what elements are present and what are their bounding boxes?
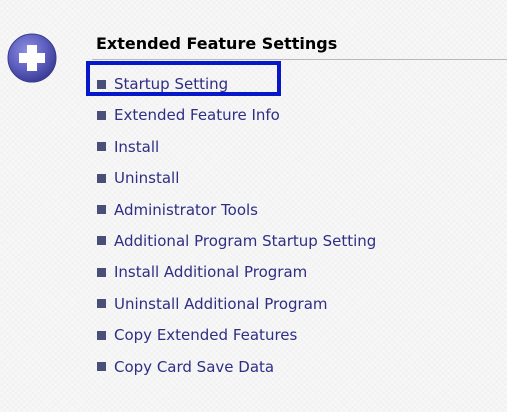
square-bullet-icon bbox=[97, 330, 106, 340]
square-bullet-icon bbox=[97, 110, 106, 120]
menu-item-label[interactable]: Startup Setting bbox=[114, 75, 228, 93]
menu-item-label[interactable]: Install Additional Program bbox=[114, 263, 307, 281]
menu-item-label[interactable]: Copy Extended Features bbox=[114, 326, 297, 344]
menu-item-copy-card-save-data[interactable]: Copy Card Save Data bbox=[97, 357, 376, 377]
menu-item-uninstall-additional-program[interactable]: Uninstall Additional Program bbox=[97, 294, 376, 314]
menu-item-label[interactable]: Copy Card Save Data bbox=[114, 358, 274, 376]
menu-item-label[interactable]: Administrator Tools bbox=[114, 201, 258, 219]
square-bullet-icon bbox=[97, 267, 106, 277]
menu-item-additional-program-startup-setting[interactable]: Additional Program Startup Setting bbox=[97, 231, 376, 251]
menu-item-startup-setting[interactable]: Startup Setting bbox=[97, 74, 376, 94]
menu-item-label[interactable]: Install bbox=[114, 138, 159, 156]
square-bullet-icon bbox=[97, 205, 106, 215]
plus-icon bbox=[6, 32, 58, 84]
menu-item-label[interactable]: Uninstall Additional Program bbox=[114, 295, 328, 313]
title-divider bbox=[92, 59, 507, 60]
menu-item-label[interactable]: Extended Feature Info bbox=[114, 106, 280, 124]
square-bullet-icon bbox=[97, 79, 106, 89]
square-bullet-icon bbox=[97, 299, 106, 309]
menu-item-label[interactable]: Uninstall bbox=[114, 169, 179, 187]
menu-item-copy-extended-features[interactable]: Copy Extended Features bbox=[97, 325, 376, 345]
extended-feature-menu: Startup Setting Extended Feature Info In… bbox=[97, 74, 376, 388]
menu-item-administrator-tools[interactable]: Administrator Tools bbox=[97, 200, 376, 220]
square-bullet-icon bbox=[97, 173, 106, 183]
menu-item-label[interactable]: Additional Program Startup Setting bbox=[114, 232, 376, 250]
square-bullet-icon bbox=[97, 236, 106, 246]
square-bullet-icon bbox=[97, 362, 106, 372]
square-bullet-icon bbox=[97, 142, 106, 152]
menu-item-extended-feature-info[interactable]: Extended Feature Info bbox=[97, 105, 376, 125]
menu-item-install-additional-program[interactable]: Install Additional Program bbox=[97, 262, 376, 282]
menu-item-install[interactable]: Install bbox=[97, 137, 376, 157]
panel-title: Extended Feature Settings bbox=[96, 34, 338, 53]
menu-item-uninstall[interactable]: Uninstall bbox=[97, 168, 376, 188]
